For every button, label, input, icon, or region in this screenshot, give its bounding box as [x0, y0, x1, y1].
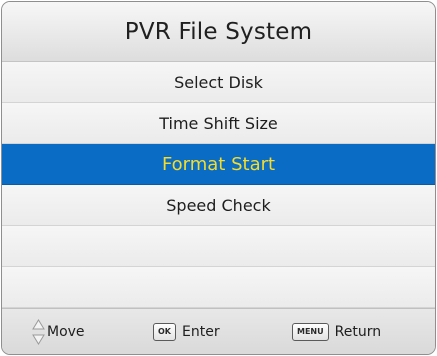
move-hint: Move: [32, 309, 85, 354]
enter-hint: OK Enter: [153, 309, 220, 354]
menu-item-empty: [2, 267, 435, 308]
ok-key-icon: OK: [153, 323, 176, 341]
pvr-file-system-dialog: PVR File System Select Disk Time Shift S…: [1, 1, 436, 355]
menu-item-empty: [2, 226, 435, 267]
return-hint: MENU Return: [292, 309, 382, 354]
menu-item-select-disk[interactable]: Select Disk: [2, 62, 435, 103]
move-hint-label: Move: [47, 324, 85, 340]
footer-hints: Move OK Enter MENU Return: [2, 308, 435, 354]
menu-item-label: Speed Check: [166, 195, 271, 215]
title-bar: PVR File System: [2, 2, 435, 62]
menu-item-label: Format Start: [161, 153, 276, 175]
dialog-title: PVR File System: [124, 18, 313, 45]
menu-item-speed-check[interactable]: Speed Check: [2, 185, 435, 226]
menu-item-time-shift-size[interactable]: Time Shift Size: [2, 103, 435, 144]
menu-item-label: Time Shift Size: [159, 113, 278, 133]
return-hint-label: Return: [334, 324, 382, 340]
up-down-arrows-icon: [32, 319, 45, 345]
menu-item-format-start[interactable]: Format Start: [2, 144, 435, 185]
menu-item-label: Select Disk: [174, 72, 263, 92]
enter-hint-label: Enter: [182, 324, 220, 340]
menu-list: Select Disk Time Shift Size Format Start…: [2, 62, 435, 308]
menu-key-icon: MENU: [292, 323, 329, 341]
